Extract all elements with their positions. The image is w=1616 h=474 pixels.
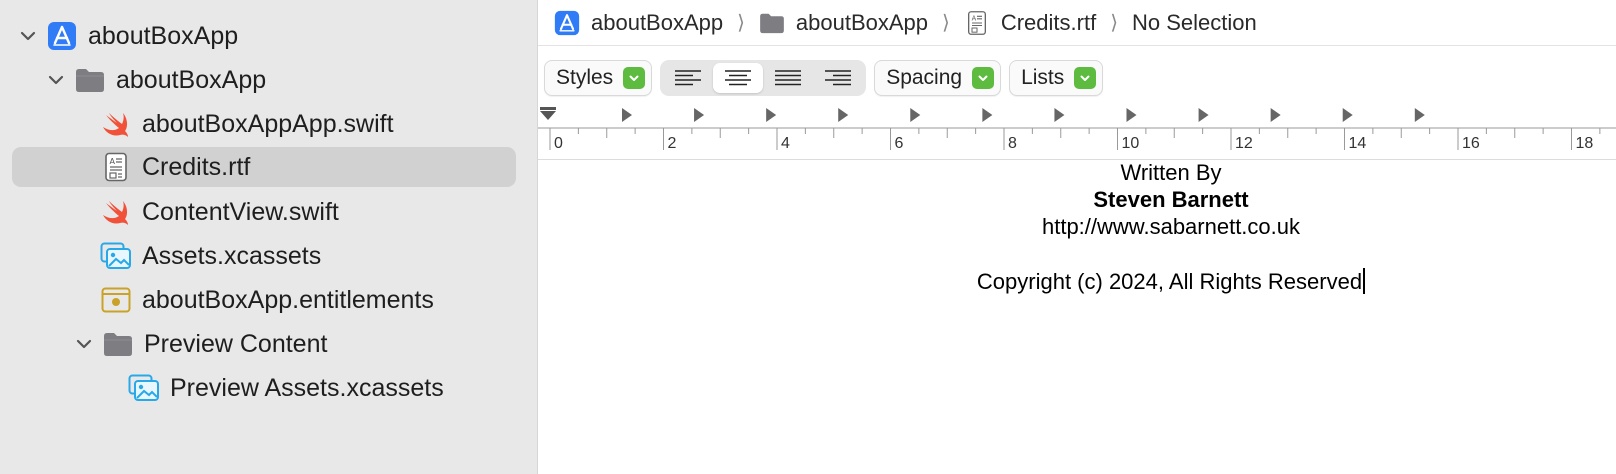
breadcrumb-label: aboutBoxApp [795, 9, 929, 35]
editor-area: aboutBoxApp ⟩ aboutBoxApp ⟩ A Credits.rt… [538, 0, 1616, 474]
tab-stop-icon[interactable] [694, 108, 705, 122]
align-left-icon [675, 70, 702, 86]
document-line: Written By [1120, 160, 1222, 185]
text-ruler[interactable]: 0 2 4 6 8 10 12 14 16 18 [538, 103, 1616, 160]
folder-icon [74, 64, 106, 96]
app-icon [46, 20, 78, 52]
svg-text:A: A [971, 14, 976, 22]
tab-stop-icon[interactable] [622, 108, 632, 122]
navigator-item-group[interactable]: Preview Content [72, 324, 512, 364]
align-justify-button[interactable] [763, 63, 813, 93]
rtf-document-icon: A [100, 151, 132, 183]
navigator-item-file[interactable]: Assets.xcassets [100, 236, 520, 276]
ruler-label: 18 [1576, 135, 1594, 152]
ruler-label: 8 [1008, 135, 1017, 152]
ruler-label: 14 [1349, 135, 1367, 152]
breadcrumb-item-file[interactable]: A Credits.rtf [964, 10, 1096, 36]
tab-stop-icon[interactable] [910, 108, 921, 122]
document-line-bold: Steven Barnett [1093, 187, 1249, 212]
document-line: http://www.sabarnett.co.uk [1041, 214, 1301, 239]
align-left-button[interactable] [663, 63, 713, 93]
chevron-down-icon[interactable] [72, 324, 96, 364]
tab-stop-icon[interactable] [1126, 108, 1137, 122]
app-icon [554, 10, 580, 36]
folder-icon [759, 10, 785, 36]
breadcrumb: aboutBoxApp ⟩ aboutBoxApp ⟩ A Credits.rt… [538, 0, 1616, 46]
chevron-down-icon [1074, 67, 1097, 89]
tab-stop-icon[interactable] [1342, 108, 1353, 122]
align-center-icon [725, 70, 752, 86]
tab-stop-icon[interactable] [982, 108, 993, 122]
ruler-label: 16 [1462, 135, 1480, 152]
tab-stop-icon[interactable] [1054, 108, 1065, 122]
chevron-down-icon [623, 67, 646, 89]
navigator-item-label: aboutBoxApp [88, 21, 239, 50]
navigator-item-group[interactable]: aboutBoxApp [44, 60, 514, 100]
ruler-scale: 0 2 4 6 8 10 12 14 16 18 [538, 107, 1616, 152]
ruler-label: 12 [1235, 135, 1253, 152]
spacing-popup-button[interactable]: Spacing [874, 60, 1002, 96]
tab-stop-icon[interactable] [1414, 108, 1425, 122]
navigator-item-file[interactable]: Preview Assets.xcassets [128, 368, 528, 408]
navigator-item-label: aboutBoxAppApp.swift [142, 109, 394, 138]
asset-catalog-icon [128, 372, 160, 404]
ruler-label: 6 [895, 135, 904, 152]
left-margin-marker-icon[interactable] [540, 107, 556, 120]
navigator-item-file[interactable]: ContentView.swift [100, 192, 520, 232]
ruler-label: 0 [554, 135, 563, 152]
breadcrumb-separator-icon: ⟩ [737, 12, 745, 34]
align-right-icon [825, 70, 852, 86]
rtf-document-icon: A [964, 10, 990, 36]
chevron-down-icon[interactable] [44, 60, 68, 100]
styles-label: Styles [556, 66, 614, 89]
swift-icon [100, 196, 132, 228]
breadcrumb-label: Credits.rtf [1000, 9, 1097, 35]
document-line: Copyright (c) 2024, All Rights Reserved [538, 268, 1616, 295]
navigator-item-project[interactable]: aboutBoxApp [16, 16, 516, 56]
text-caret [1363, 268, 1366, 294]
breadcrumb-label: No Selection [1132, 9, 1257, 35]
navigator-item-file[interactable]: aboutBoxApp.entitlements [100, 280, 520, 320]
navigator-item-label: Preview Assets.xcassets [170, 373, 444, 402]
navigator-item-file-selected[interactable]: A Credits.rtf [12, 147, 516, 187]
navigator-item-file[interactable]: aboutBoxAppApp.swift [100, 104, 520, 144]
align-justify-icon [775, 70, 802, 86]
spacing-label: Spacing [886, 66, 963, 89]
tab-stop-icon[interactable] [1198, 108, 1209, 122]
styles-popup-button[interactable]: Styles [544, 60, 653, 96]
entitlements-icon [100, 284, 132, 316]
breadcrumb-item-group[interactable]: aboutBoxApp [759, 10, 928, 36]
navigator-item-label: Credits.rtf [142, 152, 251, 181]
navigator-item-label: Assets.xcassets [142, 241, 322, 270]
chevron-down-icon[interactable] [16, 16, 40, 56]
ruler-label: 10 [1122, 135, 1140, 152]
swift-icon [100, 108, 132, 140]
project-navigator: aboutBoxApp aboutBoxApp aboutBoxAppApp.s… [0, 0, 538, 474]
folder-icon [102, 328, 134, 360]
chevron-down-icon [972, 67, 995, 89]
align-right-button[interactable] [813, 63, 863, 93]
breadcrumb-item-project[interactable]: aboutBoxApp [554, 10, 723, 36]
navigator-item-label: ContentView.swift [142, 197, 339, 226]
breadcrumb-item-selection[interactable]: No Selection [1132, 10, 1257, 36]
navigator-item-label: Preview Content [144, 329, 328, 358]
alignment-segmented-control [660, 60, 867, 96]
navigator-item-label: aboutBoxApp.entitlements [142, 285, 434, 314]
breadcrumb-separator-icon: ⟩ [1110, 12, 1119, 34]
tab-stop-icon[interactable] [766, 108, 777, 122]
tab-stop-icon[interactable] [838, 108, 849, 122]
ruler-label: 2 [668, 135, 677, 152]
lists-label: Lists [1021, 66, 1065, 89]
tab-stop-icon[interactable] [1270, 108, 1281, 122]
lists-popup-button[interactable]: Lists [1009, 60, 1104, 96]
align-center-button[interactable] [713, 63, 764, 93]
ruler-label: 4 [781, 135, 790, 152]
format-toolbar: Styles Spacing Lists [544, 60, 1111, 96]
breadcrumb-label: aboutBoxApp [591, 9, 724, 35]
svg-text:A: A [110, 157, 116, 166]
asset-catalog-icon [100, 240, 132, 272]
breadcrumb-separator-icon: ⟩ [942, 12, 950, 34]
navigator-item-label: aboutBoxApp [116, 65, 267, 94]
